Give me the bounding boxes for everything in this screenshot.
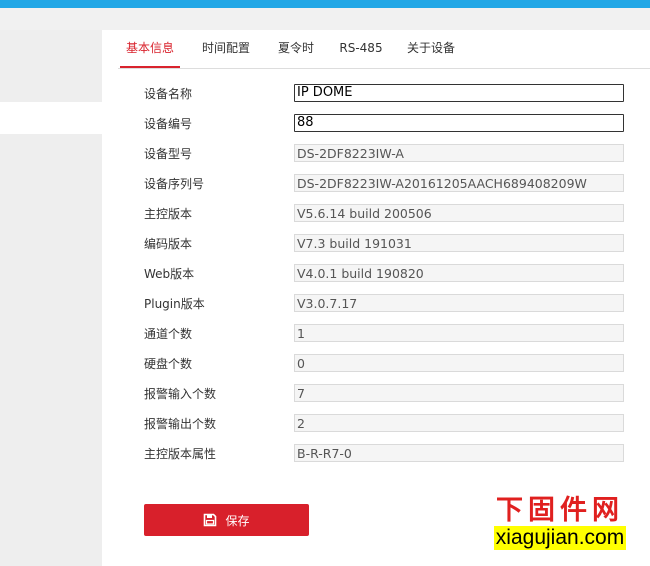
device-number-input[interactable] <box>294 114 624 132</box>
save-icon <box>203 513 217 527</box>
device-name-label: 设备名称 <box>144 87 193 101</box>
channel-count-label: 通道个数 <box>144 327 193 341</box>
device-model-value: DS-2DF8223IW-A <box>294 144 624 162</box>
watermark: 下固件网 xiagujian.com <box>490 496 630 550</box>
channel-count-value: 1 <box>294 324 624 342</box>
tab-basic-info[interactable]: 基本信息 <box>120 30 180 68</box>
tab-time-settings[interactable]: 时间配置 <box>194 30 258 66</box>
alarm-output-count-label: 报警输出个数 <box>144 417 217 431</box>
plugin-version-value: V3.0.7.17 <box>294 294 624 312</box>
main-content: 基本信息 时间配置 夏令时 RS-485 关于设备 设备名称 设备编号 设备型号… <box>102 30 650 566</box>
alarm-output-count-value: 2 <box>294 414 624 432</box>
save-button[interactable]: 保存 <box>144 504 309 536</box>
firmware-attribute-label: 主控版本属性 <box>144 447 217 461</box>
firmware-version-label: 主控版本 <box>144 207 193 221</box>
alarm-input-count-value: 7 <box>294 384 624 402</box>
device-model-label: 设备型号 <box>144 147 193 161</box>
encoder-version-value: V7.3 build 191031 <box>294 234 624 252</box>
alarm-input-count-label: 报警输入个数 <box>144 387 217 401</box>
firmware-attribute-value: B-R-R7-0 <box>294 444 624 462</box>
watermark-url-text: xiagujian.com <box>493 526 627 550</box>
web-version-value: V4.0.1 build 190820 <box>294 264 624 282</box>
hdd-count-label: 硬盘个数 <box>144 357 193 371</box>
tab-bar: 基本信息 时间配置 夏令时 RS-485 关于设备 <box>118 30 650 69</box>
sidebar-item-selected[interactable] <box>0 102 102 134</box>
top-header-bar <box>0 0 650 8</box>
tab-dst[interactable]: 夏令时 <box>270 30 322 66</box>
sub-header-bar <box>0 8 650 30</box>
hdd-count-value: 0 <box>294 354 624 372</box>
encoder-version-label: 编码版本 <box>144 237 193 251</box>
firmware-version-value: V5.6.14 build 200506 <box>294 204 624 222</box>
tab-rs485[interactable]: RS-485 <box>336 30 386 66</box>
serial-number-label: 设备序列号 <box>144 177 205 191</box>
sidebar <box>0 30 102 566</box>
watermark-chinese-text: 下固件网 <box>496 495 624 526</box>
device-number-label: 设备编号 <box>144 117 193 131</box>
save-button-label: 保存 <box>225 513 250 528</box>
web-version-label: Web版本 <box>144 267 195 281</box>
device-name-input[interactable] <box>294 84 624 102</box>
tab-about-device[interactable]: 关于设备 <box>400 30 462 66</box>
serial-number-value: DS-2DF8223IW-A20161205AACH689408209W <box>294 174 624 192</box>
plugin-version-label: Plugin版本 <box>144 297 205 311</box>
